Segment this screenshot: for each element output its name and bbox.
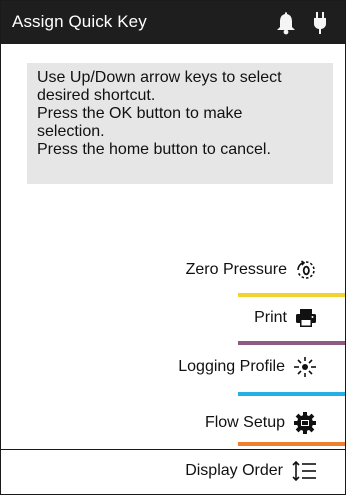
- title-bar: Assign Quick Key: [1, 1, 345, 44]
- menu-item-label: Flow Setup: [204, 414, 285, 431]
- menu-item-zero-pressure[interactable]: Zero Pressure: [186, 256, 317, 284]
- instruction-line: Press the OK button to make: [37, 105, 243, 122]
- flow-setup-color-bar: [238, 442, 345, 446]
- logging-profile-icon: [293, 356, 317, 378]
- menu-item-print[interactable]: Print: [254, 304, 317, 332]
- instruction-line: desired shortcut.: [37, 87, 156, 104]
- instruction-line: Press the home button to cancel.: [37, 141, 271, 158]
- flow-setup-icon: [293, 411, 317, 435]
- instructions-panel: Use Up/Down arrow keys to select desired…: [27, 63, 333, 184]
- menu-item-label: Logging Profile: [178, 358, 285, 375]
- menu-item-flow-setup[interactable]: Flow Setup: [205, 409, 317, 437]
- quick-key-screen: Assign Quick Key Use Up/Down arrow keys …: [0, 0, 346, 495]
- display-order-icon: [291, 460, 317, 482]
- zero-pressure-color-bar: [238, 293, 345, 297]
- bell-icon: [276, 11, 296, 40]
- print-color-bar: [238, 341, 345, 345]
- instruction-line: selection.: [37, 123, 105, 140]
- menu-item-label: Print: [254, 309, 287, 326]
- menu-item-logging-profile[interactable]: Logging Profile: [178, 353, 317, 381]
- menu-item-display-order[interactable]: Display Order: [185, 457, 317, 485]
- power-plug-icon: [313, 11, 327, 40]
- page-title: Assign Quick Key: [12, 12, 147, 31]
- menu-item-label: Zero Pressure: [185, 261, 287, 278]
- zero-pressure-icon: [295, 259, 317, 281]
- instruction-line: Use Up/Down arrow keys to select: [37, 69, 282, 86]
- menu-item-label: Display Order: [185, 462, 283, 479]
- printer-icon: [295, 308, 317, 328]
- logging-profile-color-bar: [238, 392, 345, 396]
